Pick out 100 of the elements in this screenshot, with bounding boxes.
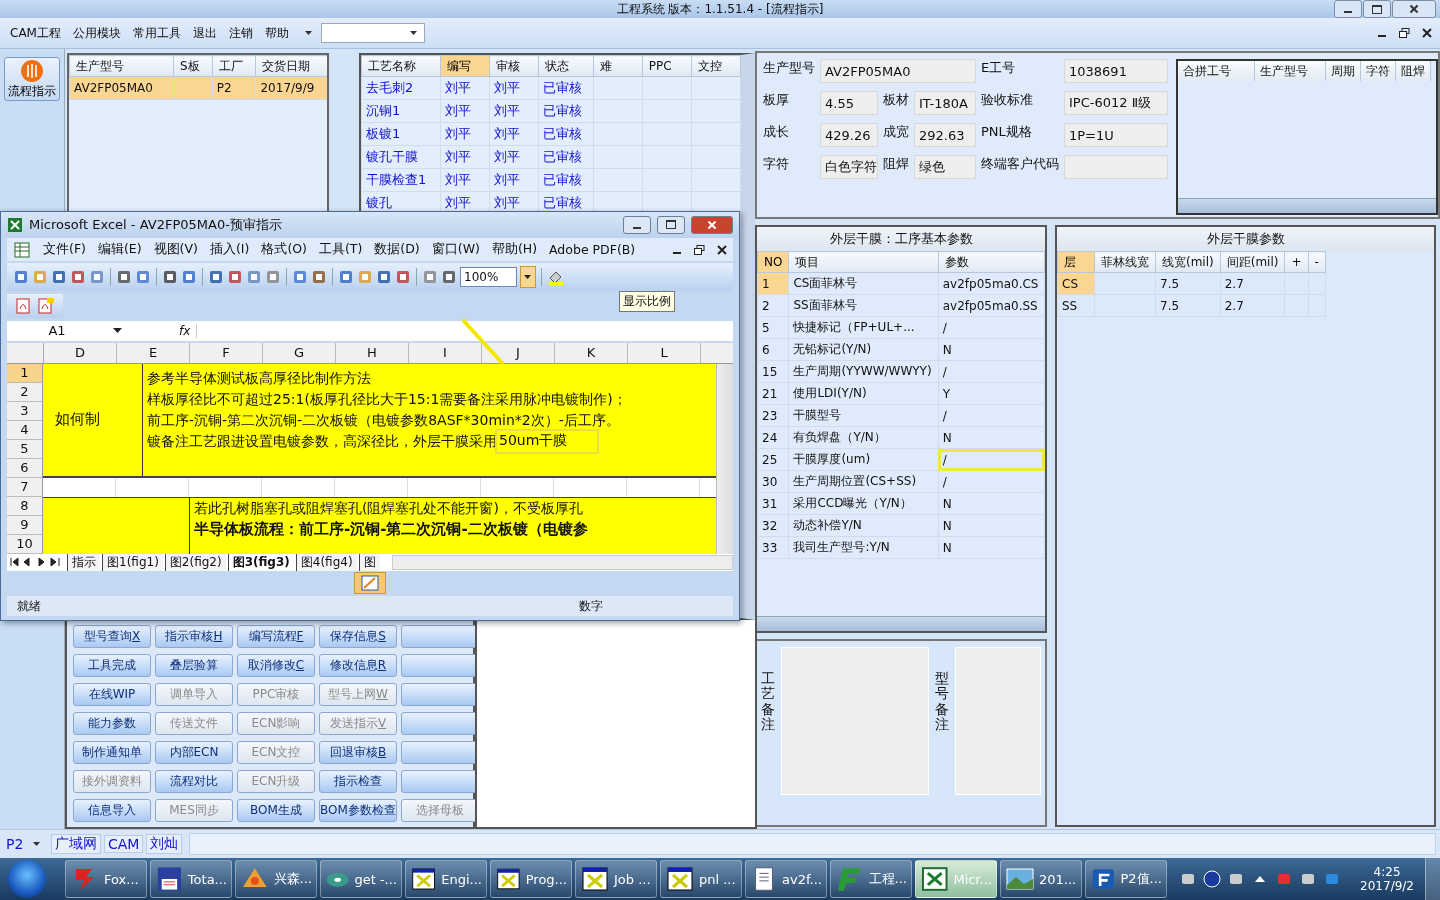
column-header[interactable]: 状态: [538, 55, 594, 77]
text-field[interactable]: IPC-6012 Ⅱ级: [1064, 91, 1168, 115]
text-field[interactable]: [1064, 155, 1168, 179]
pdf-icon[interactable]: [15, 297, 33, 314]
minimize-button[interactable]: [1334, 0, 1362, 18]
taskbar-button[interactable]: Tota...: [150, 860, 232, 898]
pdf-icon[interactable]: [37, 297, 55, 314]
menu-item[interactable]: Adobe PDF(B): [549, 242, 636, 258]
action-button[interactable]: 保存信息S: [319, 625, 397, 648]
column-header[interactable]: 难: [593, 55, 643, 77]
action-button[interactable]: 叠层验算: [155, 654, 233, 677]
taskbar-button[interactable]: 201...: [1000, 860, 1082, 898]
factory-dropdown[interactable]: P2: [6, 836, 48, 852]
menu-item[interactable]: 数据(D): [374, 241, 420, 259]
column-header[interactable]: 编写: [440, 55, 490, 77]
close-icon[interactable]: [717, 244, 727, 255]
taskbar-button[interactable]: Prog...: [490, 860, 572, 898]
column-header[interactable]: 参数: [938, 251, 1045, 273]
action-button[interactable]: 流程对比: [155, 770, 233, 793]
column-header[interactable]: 菲林线宽: [1094, 251, 1156, 273]
menu-item[interactable]: 注销: [224, 24, 257, 42]
column-header[interactable]: 字符: [1361, 61, 1396, 81]
action-button[interactable]: 指示检查: [319, 770, 397, 793]
menu-item[interactable]: 工具(T): [318, 241, 363, 259]
menu-item[interactable]: 文件(F): [43, 241, 86, 259]
taskbar-button[interactable]: 工程...: [830, 860, 912, 898]
action-button[interactable]: 信息导入: [73, 799, 151, 822]
drawing-toolbar-button[interactable]: [354, 572, 386, 595]
action-button[interactable]: BOM参数检查: [319, 799, 397, 822]
text-field[interactable]: 4.55: [820, 91, 878, 115]
taskbar-button[interactable]: pnl ...: [660, 860, 742, 898]
column-header[interactable]: D: [44, 342, 117, 363]
close-icon[interactable]: [1422, 28, 1432, 38]
help-icon[interactable]: [1203, 870, 1222, 888]
menu-item[interactable]: 格式(O): [261, 241, 307, 259]
column-header[interactable]: K: [555, 342, 628, 363]
dropdown-button[interactable]: [520, 266, 536, 289]
action-button[interactable]: 修改信息R: [319, 654, 397, 677]
caret-icon[interactable]: [304, 30, 313, 36]
column-header[interactable]: E: [117, 342, 190, 363]
text-field[interactable]: IT-180A: [914, 91, 976, 115]
start-button[interactable]: [8, 860, 46, 898]
column-header[interactable]: 线宽(mil): [1155, 251, 1221, 273]
column-header[interactable]: L: [628, 342, 701, 363]
column-header[interactable]: I: [409, 342, 482, 363]
close-button[interactable]: [691, 215, 733, 234]
column-header[interactable]: PPC: [642, 55, 692, 77]
minimize-button[interactable]: [623, 215, 651, 234]
menu-item[interactable]: 视图(V): [153, 241, 198, 259]
action-button[interactable]: 回退审核B: [319, 741, 397, 764]
sidebar-button[interactable]: 流程指示: [4, 57, 60, 101]
column-header[interactable]: F: [190, 342, 263, 363]
column-header[interactable]: 阻焊: [1396, 61, 1431, 81]
maximize-button[interactable]: [1363, 0, 1391, 18]
column-header[interactable]: S板: [173, 55, 213, 77]
column-header[interactable]: 审核: [489, 55, 539, 77]
show-desktop-button[interactable]: [1425, 858, 1440, 900]
text-field[interactable]: 白色字符: [820, 155, 878, 179]
column-header[interactable]: J: [482, 342, 555, 363]
taskbar-button[interactable]: get -...: [320, 860, 402, 898]
menu-item[interactable]: 常用工具: [128, 24, 185, 42]
column-header[interactable]: 工艺名称: [361, 55, 441, 77]
text-field[interactable]: 429.26: [820, 123, 878, 147]
taskbar-button[interactable]: Engi...: [405, 860, 487, 898]
menu-item[interactable]: 公用模块: [68, 24, 125, 42]
action-button[interactable]: 编写流程F: [237, 625, 315, 648]
scrollbar[interactable]: [1178, 198, 1436, 213]
zoom-field[interactable]: 100%: [460, 267, 517, 288]
action-button[interactable]: 工具完成: [73, 654, 151, 677]
spreadsheet-icon[interactable]: [13, 241, 31, 258]
taskbar-button[interactable]: av2f...: [745, 860, 827, 898]
menu-item[interactable]: 窗口(W): [431, 241, 480, 259]
action-button[interactable]: 内部ECN: [155, 741, 233, 764]
menu-item[interactable]: CAM工程: [6, 24, 65, 42]
column-header[interactable]: 间距(mil): [1220, 251, 1285, 273]
column-header[interactable]: 项目: [788, 251, 939, 273]
taskbar-button[interactable]: Fox...: [65, 860, 147, 898]
menu-item[interactable]: 帮助: [260, 24, 293, 42]
scrollbar[interactable]: [391, 554, 733, 570]
text-field[interactable]: 绿色: [914, 155, 976, 179]
scrollbar[interactable]: [757, 616, 1045, 631]
action-button[interactable]: 能力参数: [73, 712, 151, 735]
action-button[interactable]: 指示审核H: [155, 625, 233, 648]
column-header[interactable]: 生产型号: [1255, 61, 1326, 81]
restore-icon[interactable]: [694, 244, 705, 255]
column-header[interactable]: NO: [757, 251, 789, 273]
function-label[interactable]: fx: [179, 323, 198, 338]
column-header[interactable]: 生产型号: [69, 55, 174, 77]
column-header[interactable]: 周期: [1326, 61, 1361, 81]
menu-item[interactable]: 编辑(E): [97, 241, 142, 259]
text-field[interactable]: 1P=1U: [1064, 123, 1168, 147]
column-header[interactable]: G: [263, 342, 336, 363]
taskbar-button[interactable]: Job ...: [575, 860, 657, 898]
text-field[interactable]: AV2FP05MA0: [820, 59, 976, 83]
dropdown-field[interactable]: [320, 23, 425, 43]
menu-item[interactable]: 退出: [188, 24, 221, 42]
column-header[interactable]: H: [336, 342, 409, 363]
menu-item[interactable]: 帮助(H): [491, 241, 538, 259]
restore-icon[interactable]: [1399, 28, 1410, 38]
action-button[interactable]: 型号查询X: [73, 625, 151, 648]
